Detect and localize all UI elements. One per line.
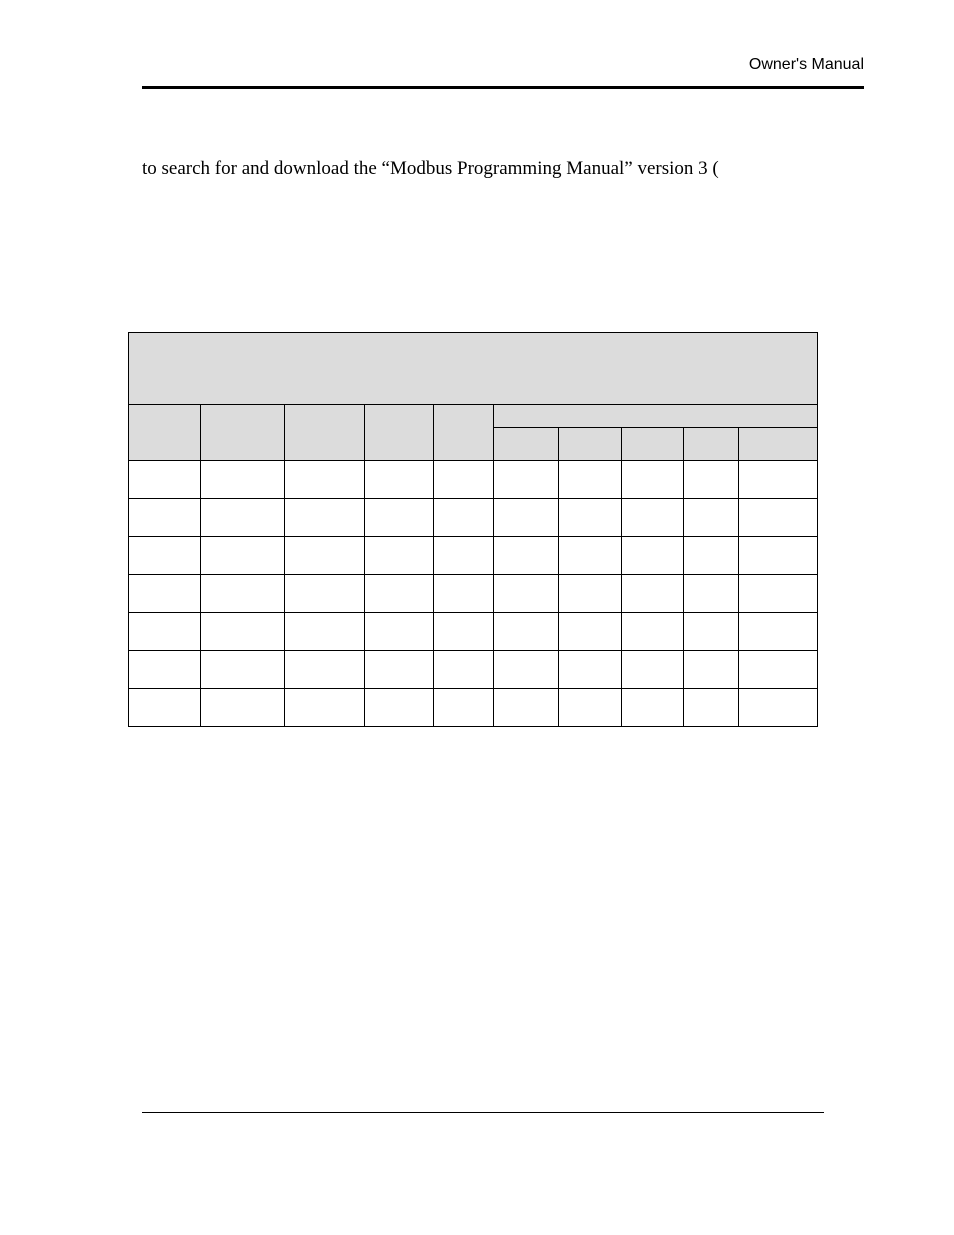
cell <box>129 498 201 536</box>
cell <box>739 612 818 650</box>
header-rule <box>142 86 864 89</box>
cell <box>200 460 285 498</box>
cell <box>494 536 559 574</box>
cell <box>285 536 365 574</box>
data-table-wrap <box>128 332 818 727</box>
cell <box>434 650 494 688</box>
table-header-row-1 <box>129 404 818 427</box>
cell <box>434 536 494 574</box>
cell <box>621 650 684 688</box>
col-header-5 <box>434 404 494 460</box>
cell <box>285 688 365 726</box>
cell <box>684 460 739 498</box>
cell <box>494 574 559 612</box>
cell <box>739 688 818 726</box>
cell <box>558 688 621 726</box>
cell <box>739 460 818 498</box>
table-row <box>129 498 818 536</box>
cell <box>434 688 494 726</box>
body-paragraph-1: to search for and download the “Modbus P… <box>142 155 862 184</box>
cell <box>684 498 739 536</box>
cell <box>434 574 494 612</box>
col-header-group-right <box>494 404 818 427</box>
cell <box>285 612 365 650</box>
cell <box>365 574 434 612</box>
col-subheader-10 <box>739 427 818 460</box>
footer-rule <box>142 1112 824 1113</box>
cell <box>365 460 434 498</box>
table-row <box>129 536 818 574</box>
table-row <box>129 460 818 498</box>
cell <box>434 612 494 650</box>
cell <box>200 536 285 574</box>
cell <box>494 688 559 726</box>
cell <box>129 612 201 650</box>
table-row <box>129 650 818 688</box>
col-header-4 <box>365 404 434 460</box>
cell <box>129 574 201 612</box>
cell <box>365 650 434 688</box>
cell <box>558 460 621 498</box>
cell <box>200 612 285 650</box>
cell <box>494 612 559 650</box>
cell <box>129 650 201 688</box>
table-row <box>129 688 818 726</box>
cell <box>494 460 559 498</box>
cell <box>621 498 684 536</box>
cell <box>684 650 739 688</box>
cell <box>621 612 684 650</box>
spacer <box>142 184 864 332</box>
col-subheader-7 <box>558 427 621 460</box>
cell <box>434 460 494 498</box>
cell <box>365 536 434 574</box>
table-title-cell <box>129 332 818 404</box>
col-header-3 <box>285 404 365 460</box>
col-header-2 <box>200 404 285 460</box>
cell <box>494 650 559 688</box>
cell <box>285 498 365 536</box>
cell <box>365 612 434 650</box>
col-subheader-6 <box>494 427 559 460</box>
table-row <box>129 574 818 612</box>
col-subheader-8 <box>621 427 684 460</box>
cell <box>621 536 684 574</box>
page: Owner's Manual to search for and downloa… <box>0 0 954 1235</box>
cell <box>494 498 559 536</box>
cell <box>739 650 818 688</box>
cell <box>558 498 621 536</box>
cell <box>558 536 621 574</box>
cell <box>200 650 285 688</box>
cell <box>684 688 739 726</box>
cell <box>739 498 818 536</box>
cell <box>558 574 621 612</box>
cell <box>365 498 434 536</box>
cell <box>558 612 621 650</box>
col-header-1 <box>129 404 201 460</box>
page-header-right: Owner's Manual <box>142 56 864 74</box>
cell <box>129 688 201 726</box>
cell <box>684 612 739 650</box>
cell <box>621 460 684 498</box>
table-row <box>129 612 818 650</box>
cell <box>285 574 365 612</box>
cell <box>200 688 285 726</box>
cell <box>129 460 201 498</box>
cell <box>558 650 621 688</box>
cell <box>434 498 494 536</box>
cell <box>200 498 285 536</box>
cell <box>129 536 201 574</box>
cell <box>739 536 818 574</box>
data-table <box>128 332 818 727</box>
cell <box>200 574 285 612</box>
cell <box>365 688 434 726</box>
col-subheader-9 <box>684 427 739 460</box>
cell <box>684 536 739 574</box>
cell <box>684 574 739 612</box>
cell <box>621 574 684 612</box>
cell <box>739 574 818 612</box>
cell <box>285 460 365 498</box>
cell <box>621 688 684 726</box>
cell <box>285 650 365 688</box>
table-title-row <box>129 332 818 404</box>
